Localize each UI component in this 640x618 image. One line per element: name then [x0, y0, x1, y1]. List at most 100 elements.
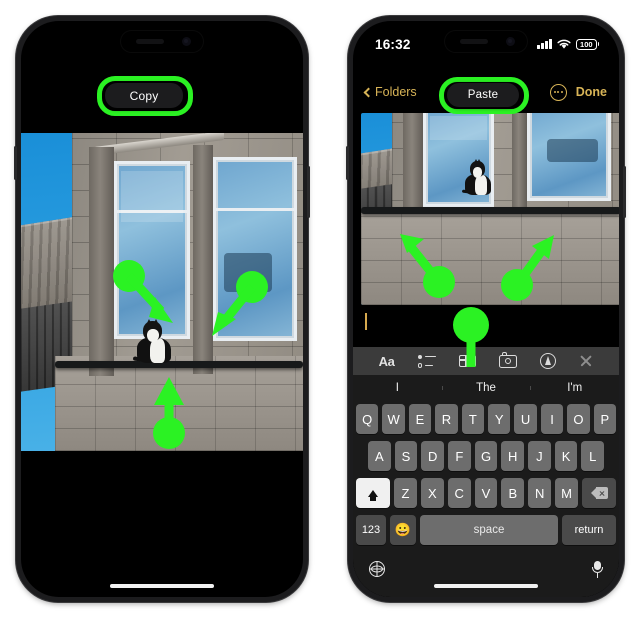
key-e[interactable]: E	[408, 404, 432, 434]
wall-pillar-left	[402, 113, 424, 213]
keyboard-toolbar: Aa	[353, 347, 619, 375]
key-u[interactable]: U	[514, 404, 537, 434]
key-g[interactable]: G	[474, 441, 498, 471]
more-options-icon[interactable]	[549, 83, 567, 101]
back-to-folders-button[interactable]: Folders	[363, 85, 417, 99]
lower-stone-wall	[361, 212, 619, 305]
emoji-key[interactable]: 😀	[390, 515, 416, 545]
signal-bars-icon	[537, 39, 552, 49]
window-mullion	[215, 208, 295, 211]
key-d[interactable]: D	[421, 441, 444, 471]
key-q[interactable]: Q	[355, 404, 379, 434]
key-h[interactable]: H	[501, 441, 525, 471]
back-label: Folders	[375, 85, 417, 99]
status-indicators: 100	[537, 38, 599, 50]
status-time: 16:32	[375, 36, 411, 52]
keyboard-rows: Q W E R T Y U I O P A S D F G H J K L Z …	[353, 401, 619, 545]
key-m[interactable]: M	[555, 478, 579, 508]
numbers-key[interactable]: 123	[356, 515, 386, 545]
copy-button[interactable]: Copy	[105, 83, 183, 108]
chevron-left-icon	[363, 87, 374, 97]
format-icon[interactable]: Aa	[379, 351, 395, 371]
right-phone-screen: 16:32 100 Folders Done Paste Aa I The I'…	[353, 21, 619, 597]
key-b[interactable]: B	[501, 478, 525, 508]
close-icon[interactable]	[579, 351, 593, 371]
wall-pillar-mid	[511, 113, 528, 209]
window-right	[212, 157, 298, 342]
roof-gutter	[54, 361, 303, 368]
globe-icon[interactable]	[369, 561, 385, 577]
right-phone-frame: 16:32 100 Folders Done Paste Aa I The I'…	[346, 16, 626, 602]
keyboard-row-1: Q W E R T Y U I O P	[355, 404, 617, 434]
space-key[interactable]: space	[420, 515, 558, 545]
shift-key[interactable]	[356, 478, 390, 508]
window-right	[527, 113, 611, 201]
screenshot-canvas: Copy 16:32 100 Folders Done Paste Aa I T…	[0, 0, 640, 618]
key-p[interactable]: P	[593, 404, 617, 434]
keyboard-row-3: Z X C V B N M	[356, 478, 617, 508]
cat	[461, 159, 491, 195]
predictive-text-bar: I The I'm	[353, 375, 619, 401]
nav-right-actions: Done	[549, 83, 607, 101]
roof-gutter	[361, 207, 619, 214]
prediction-2[interactable]: The	[441, 382, 531, 394]
key-k[interactable]: K	[554, 441, 578, 471]
key-v[interactable]: V	[474, 478, 498, 508]
pasted-photo[interactable]	[361, 113, 619, 305]
prediction-3[interactable]: I'm	[530, 382, 619, 394]
key-o[interactable]: O	[567, 404, 590, 434]
home-indicator[interactable]	[110, 584, 214, 588]
left-phone-screen: Copy	[21, 21, 303, 597]
keyboard-row-4: 123 😀 space return	[356, 515, 616, 545]
glass-sheen	[121, 170, 183, 223]
key-l[interactable]: L	[581, 441, 605, 471]
cat	[132, 318, 171, 363]
key-n[interactable]: N	[528, 478, 552, 508]
front-camera	[182, 37, 191, 46]
battery-level: 100	[575, 38, 597, 50]
backspace-key[interactable]	[582, 478, 617, 508]
markup-icon[interactable]	[540, 351, 557, 371]
key-c[interactable]: C	[447, 478, 471, 508]
key-f[interactable]: F	[448, 441, 471, 471]
table-icon[interactable]	[458, 351, 476, 371]
wall-pillar-left	[88, 147, 115, 376]
key-y[interactable]: Y	[488, 404, 511, 434]
battery-icon: 100	[575, 38, 599, 50]
keyboard: Aa I The I'm Q W E R T Y U I O P A S D F…	[353, 347, 619, 597]
cat-face	[146, 328, 160, 342]
dynamic-island	[444, 30, 528, 53]
text-caret	[365, 313, 367, 330]
key-t[interactable]: T	[461, 404, 484, 434]
key-j[interactable]: J	[528, 441, 551, 471]
cat-ear-right	[152, 318, 159, 325]
key-r[interactable]: R	[435, 404, 458, 434]
cat-ear-right	[475, 159, 482, 166]
speaker-slot	[460, 39, 488, 44]
microphone-icon[interactable]	[592, 560, 603, 578]
key-x[interactable]: X	[420, 478, 444, 508]
left-photo[interactable]	[21, 133, 303, 451]
keyboard-bottom-bar	[353, 552, 619, 586]
left-phone-frame: Copy	[14, 16, 310, 602]
wall-pillar-mid	[193, 145, 213, 374]
key-a[interactable]: A	[367, 441, 391, 471]
done-button[interactable]: Done	[576, 85, 607, 99]
glass-reflection	[223, 252, 273, 293]
return-key[interactable]: return	[562, 515, 616, 545]
paste-button[interactable]: Paste	[447, 83, 519, 107]
key-s[interactable]: S	[394, 441, 418, 471]
key-w[interactable]: W	[382, 404, 405, 434]
key-i[interactable]: I	[540, 404, 564, 434]
speaker-slot	[136, 39, 164, 44]
key-z[interactable]: Z	[394, 478, 417, 508]
cat-face	[472, 167, 483, 178]
prediction-1[interactable]: I	[353, 382, 442, 394]
shift-icon	[368, 489, 378, 501]
checklist-icon[interactable]	[417, 351, 436, 371]
window-left	[114, 161, 191, 340]
glass-sheen	[430, 115, 487, 141]
wifi-icon	[557, 39, 571, 49]
home-indicator[interactable]	[434, 584, 538, 588]
camera-icon[interactable]	[499, 351, 518, 371]
